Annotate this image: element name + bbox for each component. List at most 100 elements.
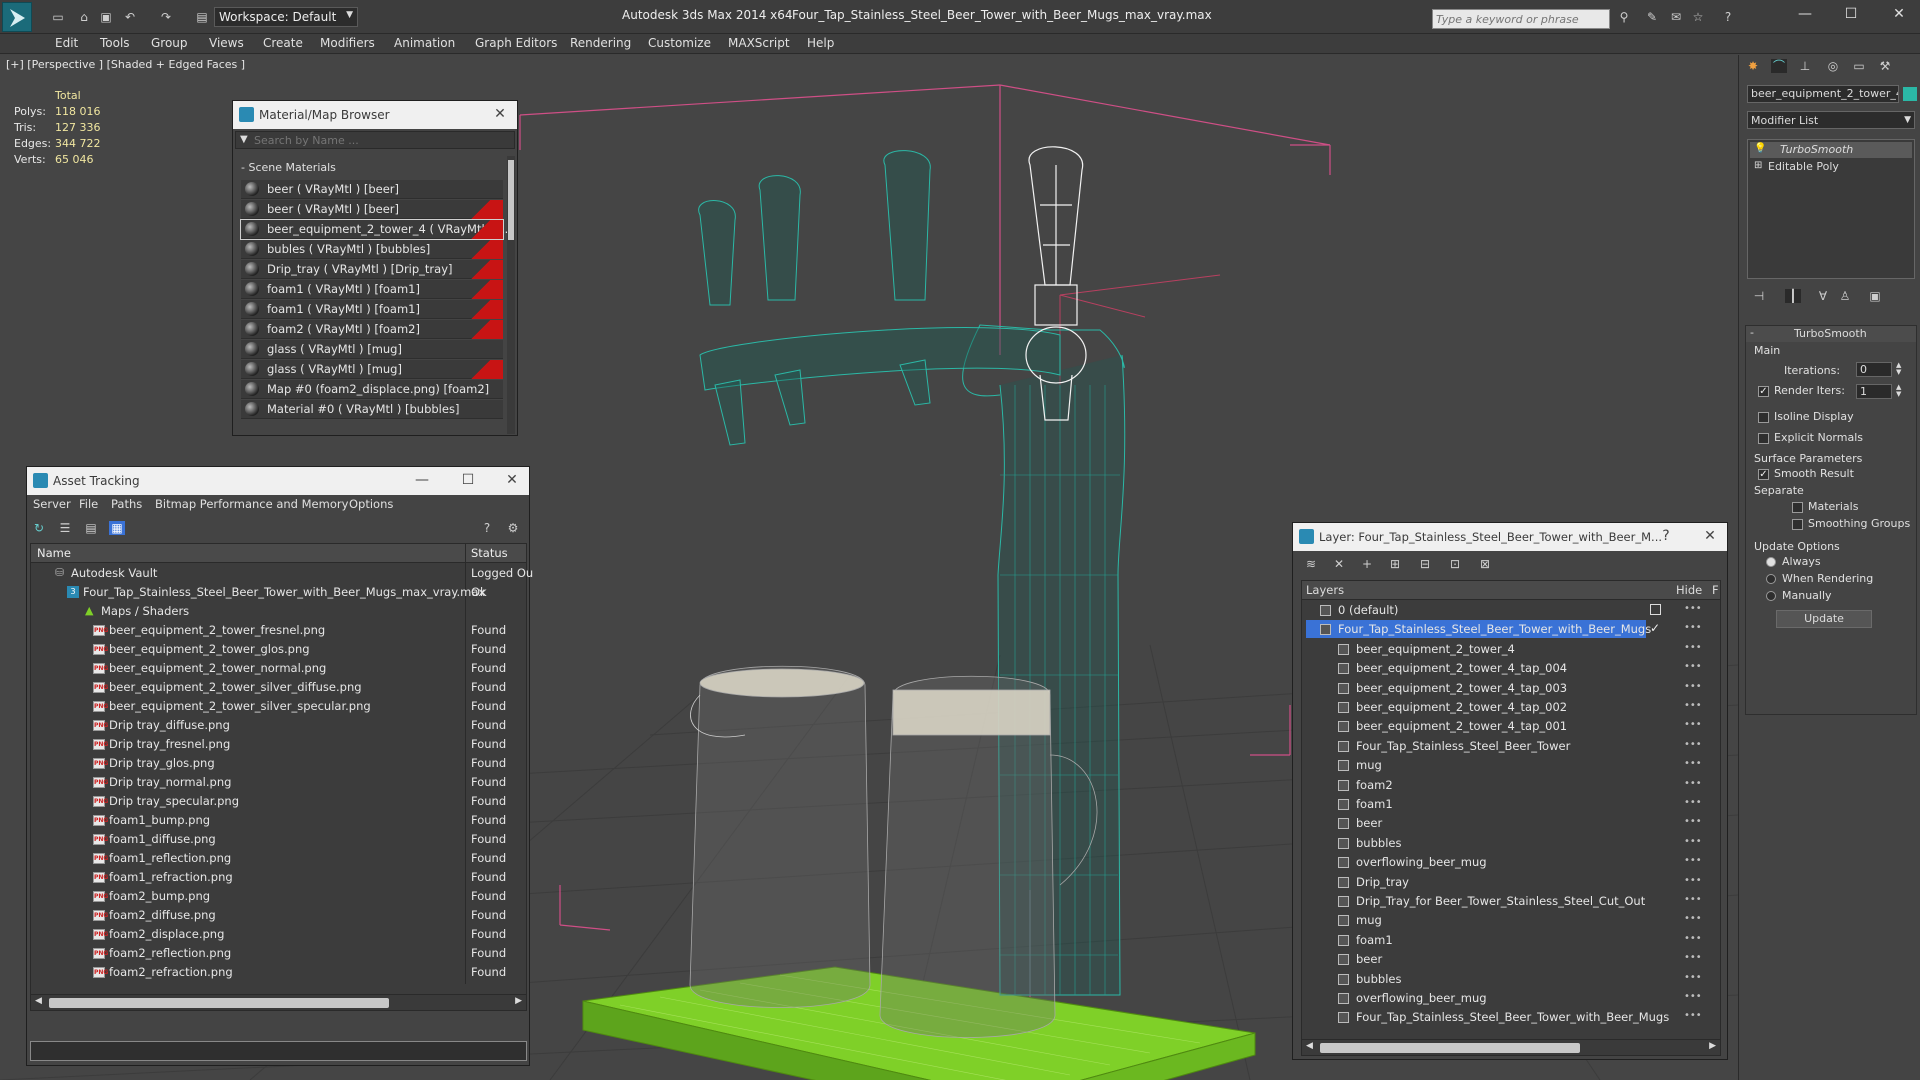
- tree-view-icon[interactable]: ▤: [83, 521, 99, 535]
- asset-tracking-minimize-button[interactable]: —: [411, 472, 433, 490]
- scroll-left-icon[interactable]: ◀: [35, 996, 42, 1006]
- asset-row[interactable]: PNG foam1_bump.png Found: [35, 811, 535, 830]
- menu-help[interactable]: Help: [807, 36, 834, 50]
- layer-object-row[interactable]: beer_equipment_2_tower_4_tap_003 •••: [1302, 679, 1710, 698]
- asset-row[interactable]: PNG beer_equipment_2_tower_silver_diffuse…: [35, 678, 535, 697]
- asset-row[interactable]: PNG Drip tray_normal.png Found: [35, 773, 535, 792]
- make-unique-icon[interactable]: ∀: [1815, 289, 1831, 303]
- layer-object-row[interactable]: foam1 •••: [1302, 931, 1710, 950]
- help-icon[interactable]: ?: [1720, 10, 1736, 24]
- asset-row[interactable]: PNG foam1_refraction.png Found: [35, 868, 535, 887]
- hide-toggle[interactable]: •••: [1684, 758, 1702, 769]
- hide-toggle[interactable]: •••: [1684, 681, 1702, 692]
- scroll-left-icon[interactable]: ◀: [1306, 1041, 1313, 1051]
- manually-radio[interactable]: [1766, 591, 1776, 601]
- turbosmooth-rollout-header[interactable]: - TurboSmooth: [1746, 326, 1916, 342]
- subscription-icon[interactable]: ✎: [1644, 10, 1660, 24]
- asset-tracking-close-button[interactable]: ✕: [501, 472, 523, 490]
- layer-manager-close-button[interactable]: ✕: [1699, 528, 1721, 546]
- layer-manager-help-button[interactable]: ?: [1655, 528, 1677, 546]
- material-item[interactable]: glass ( VRayMtl ) [mug]: [241, 360, 503, 379]
- asset-row[interactable]: PNG foam2_bump.png Found: [35, 887, 535, 906]
- add-layer-icon[interactable]: +: [1359, 557, 1375, 571]
- layer-row[interactable]: Four_Tap_Stainless_Steel_Beer_Tower_with…: [1302, 620, 1710, 639]
- hide-toggle[interactable]: •••: [1684, 875, 1702, 886]
- app-logo-icon[interactable]: [2, 2, 32, 32]
- layer-object-row[interactable]: beer •••: [1302, 814, 1710, 833]
- asset-hscroll-thumb[interactable]: [49, 998, 389, 1008]
- material-item[interactable]: Drip_tray ( VRayMtl ) [Drip_tray]: [241, 260, 503, 279]
- create-tab-icon[interactable]: ✸: [1745, 59, 1761, 73]
- asset-row[interactable]: PNG beer_equipment_2_tower_silver_specula…: [35, 697, 535, 716]
- materials-checkbox[interactable]: [1792, 502, 1803, 513]
- configure-sets-icon[interactable]: ▣: [1867, 289, 1883, 303]
- new-file-icon[interactable]: ▭: [50, 10, 66, 24]
- asset-tracking-maximize-button[interactable]: ☐: [457, 472, 479, 490]
- material-item[interactable]: bubles ( VRayMtl ) [bubbles]: [241, 240, 503, 259]
- select-layer-icon[interactable]: ⊟: [1417, 557, 1433, 571]
- show-end-result-icon[interactable]: ┃: [1785, 289, 1801, 303]
- render-iters-checkbox[interactable]: ✓: [1758, 386, 1769, 397]
- asset-row[interactable]: 3 Four_Tap_Stainless_Steel_Beer_Tower_wit…: [35, 583, 535, 602]
- refresh-icon[interactable]: ↻: [31, 521, 47, 535]
- hide-toggle[interactable]: •••: [1684, 933, 1702, 944]
- layer-object-row[interactable]: foam1 •••: [1302, 795, 1710, 814]
- asset-row[interactable]: PNG foam1_diffuse.png Found: [35, 830, 535, 849]
- hide-toggle[interactable]: •••: [1684, 603, 1702, 614]
- asset-row[interactable]: PNG Drip tray_fresnel.png Found: [35, 735, 535, 754]
- layer-object-row[interactable]: foam2 •••: [1302, 776, 1710, 795]
- layers-icon[interactable]: ≋: [1303, 557, 1319, 571]
- material-browser-close-button[interactable]: ✕: [489, 106, 511, 124]
- workspace-dropdown[interactable]: Workspace: Default ▼: [214, 7, 358, 27]
- material-browser-title-bar[interactable]: Material/Map Browser ✕: [233, 101, 517, 129]
- material-list-scroll-thumb[interactable]: [508, 160, 514, 240]
- binoculars-icon[interactable]: ⚲: [1616, 10, 1632, 24]
- close-button[interactable]: ✕: [1884, 6, 1914, 26]
- asset-row[interactable]: PNG beer_equipment_2_tower_normal.png Foun…: [35, 659, 535, 678]
- layer-object-row[interactable]: Four_Tap_Stainless_Steel_Beer_Tower_with…: [1302, 1008, 1710, 1027]
- utilities-tab-icon[interactable]: ⚒: [1877, 59, 1893, 73]
- asset-path-field[interactable]: [30, 1041, 527, 1061]
- material-search-input[interactable]: [254, 133, 509, 147]
- at-menu-file[interactable]: File: [79, 497, 98, 511]
- motion-tab-icon[interactable]: ◎: [1825, 59, 1841, 73]
- menu-animation[interactable]: Animation: [394, 36, 455, 50]
- layer-table-hscrollbar[interactable]: ◀ ▶: [1302, 1039, 1720, 1055]
- table-view-icon[interactable]: ▦: [109, 521, 125, 535]
- scroll-right-icon[interactable]: ▶: [1709, 1041, 1716, 1051]
- search-box[interactable]: [1432, 9, 1610, 29]
- spinner-arrows-icon[interactable]: ▲ ▼: [1896, 384, 1901, 398]
- hide-toggle[interactable]: •••: [1684, 855, 1702, 866]
- material-item[interactable]: foam2 ( VRayMtl ) [foam2]: [241, 320, 503, 339]
- active-layer-checkbox[interactable]: [1650, 604, 1661, 615]
- undo-icon[interactable]: ↶: [122, 10, 138, 24]
- hide-toggle[interactable]: •••: [1684, 661, 1702, 672]
- material-item[interactable]: beer ( VRayMtl ) [beer]: [241, 180, 503, 199]
- asset-table-hscrollbar[interactable]: ◀ ▶: [31, 994, 526, 1010]
- menu-views[interactable]: Views: [209, 36, 244, 50]
- display-tab-icon[interactable]: ▭: [1851, 59, 1867, 73]
- stack-item-editable-poly[interactable]: ⊞ Editable Poly: [1750, 159, 1912, 175]
- help-icon[interactable]: ?: [479, 521, 495, 535]
- asset-row[interactable]: PNG Drip tray_glos.png Found: [35, 754, 535, 773]
- material-item[interactable]: Material #0 ( VRayMtl ) [bubbles]: [241, 400, 503, 419]
- menu-graph-editors[interactable]: Graph Editors: [475, 36, 557, 50]
- scroll-right-icon[interactable]: ▶: [515, 996, 522, 1006]
- smoothing-groups-checkbox[interactable]: [1792, 519, 1803, 530]
- asset-tracking-title-bar[interactable]: Asset Tracking — ☐ ✕: [27, 467, 529, 495]
- smooth-result-checkbox[interactable]: ✓: [1758, 469, 1769, 480]
- communication-icon[interactable]: ✉: [1668, 10, 1684, 24]
- hide-toggle[interactable]: •••: [1684, 991, 1702, 1002]
- redo-icon[interactable]: ↷: [158, 10, 174, 24]
- asset-row[interactable]: ▲ Maps / Shaders: [35, 602, 535, 621]
- explicit-normals-checkbox[interactable]: [1758, 433, 1769, 444]
- material-item[interactable]: beer_equipment_2_tower_4 ( VRayMtl ) [..…: [240, 219, 512, 240]
- highlight-layer-icon[interactable]: ⊡: [1447, 557, 1463, 571]
- select-objects-icon[interactable]: ⊞: [1387, 557, 1403, 571]
- pin-stack-icon[interactable]: ⊣: [1751, 289, 1767, 303]
- layer-object-row[interactable]: Drip_Tray_for Beer_Tower_Stainless_Steel…: [1302, 892, 1710, 911]
- at-menu-bitmap-performance[interactable]: Bitmap Performance and Memory: [155, 497, 348, 511]
- list-view-icon[interactable]: ☰: [57, 521, 73, 535]
- menu-maxscript[interactable]: MAXScript: [728, 36, 790, 50]
- hide-toggle[interactable]: •••: [1684, 952, 1702, 963]
